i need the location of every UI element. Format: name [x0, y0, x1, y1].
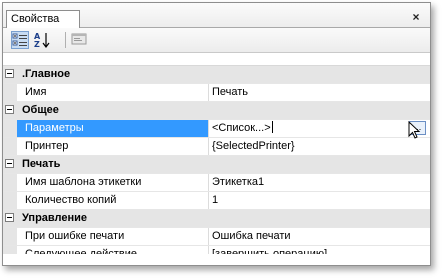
property-value[interactable]: 1 — [208, 192, 430, 209]
property-value-text: {SelectedPrinter} — [212, 140, 295, 152]
collapse-icon[interactable] — [5, 69, 14, 78]
property-row[interactable]: Принтер {SelectedPrinter} — [3, 138, 430, 156]
property-value-text: <Список...> — [212, 122, 271, 134]
toolbar-separator — [65, 32, 66, 48]
collapse-icon[interactable] — [5, 213, 14, 222]
text-caret — [271, 121, 273, 133]
category-row[interactable]: Печать — [3, 156, 430, 174]
category-name: Общее — [22, 104, 59, 116]
property-pages-icon — [71, 33, 87, 45]
property-row[interactable]: Имя Печать — [3, 84, 430, 102]
row-gutter — [3, 84, 17, 101]
description-area — [3, 254, 430, 265]
property-value[interactable]: Печать — [208, 84, 430, 101]
sort-az-icon: A Z — [34, 32, 50, 49]
category-name: Печать — [22, 158, 61, 170]
row-gutter — [3, 120, 17, 137]
row-gutter — [3, 228, 17, 245]
property-row[interactable]: При ошибке печати Ошибка печати — [3, 228, 430, 246]
row-gutter — [3, 192, 17, 209]
property-value-text: 1 — [212, 194, 219, 206]
property-value[interactable]: Ошибка печати — [208, 228, 430, 245]
property-name[interactable]: Имя шаблона этикетки — [25, 174, 205, 191]
property-grid: .Главное Имя Печать Общее Параметры <Список..… — [3, 65, 430, 264]
property-value-input[interactable]: <Список...> — [208, 120, 430, 137]
collapse-icon[interactable] — [5, 105, 14, 114]
property-row[interactable]: Имя шаблона этикетки Этикетка1 — [3, 174, 430, 192]
property-value-text: Ошибка печати — [212, 230, 291, 242]
row-gutter — [3, 174, 17, 191]
svg-text:Z: Z — [34, 40, 40, 49]
tab-strip: Свойства × — [3, 3, 430, 28]
category-row[interactable]: .Главное — [3, 66, 430, 84]
property-name[interactable]: Параметры — [17, 120, 208, 137]
tab-properties[interactable]: Свойства — [6, 10, 80, 28]
property-row[interactable]: Количество копий 1 — [3, 192, 430, 210]
category-row[interactable]: Общее — [3, 102, 430, 120]
property-toolbar: A Z — [3, 28, 430, 53]
mouse-cursor-icon — [408, 121, 421, 139]
property-pages-button[interactable] — [71, 31, 89, 49]
category-name: Управление — [22, 212, 88, 224]
property-row[interactable]: Параметры <Список...>... — [3, 120, 430, 138]
alphabetical-sort-button[interactable]: A Z — [33, 31, 51, 49]
close-icon[interactable]: × — [410, 11, 422, 23]
category-name: .Главное — [22, 68, 71, 80]
categorized-view-button[interactable] — [11, 31, 29, 49]
properties-window: Свойства × A Z .Главное Имя Печать Общее… — [2, 2, 431, 266]
collapse-icon[interactable] — [5, 159, 14, 168]
property-name[interactable]: При ошибке печати — [25, 228, 205, 245]
property-name[interactable]: Принтер — [25, 138, 205, 155]
property-name[interactable]: Количество копий — [25, 192, 205, 209]
category-row[interactable]: Управление — [3, 210, 430, 228]
row-gutter — [3, 138, 17, 155]
property-value-text: Печать — [212, 86, 249, 98]
property-value-text: Этикетка1 — [212, 176, 265, 188]
property-value[interactable]: Этикетка1 — [208, 174, 430, 191]
property-name[interactable]: Имя — [25, 84, 205, 101]
categorized-view-icon — [12, 33, 27, 46]
property-value[interactable]: {SelectedPrinter} — [208, 138, 430, 155]
